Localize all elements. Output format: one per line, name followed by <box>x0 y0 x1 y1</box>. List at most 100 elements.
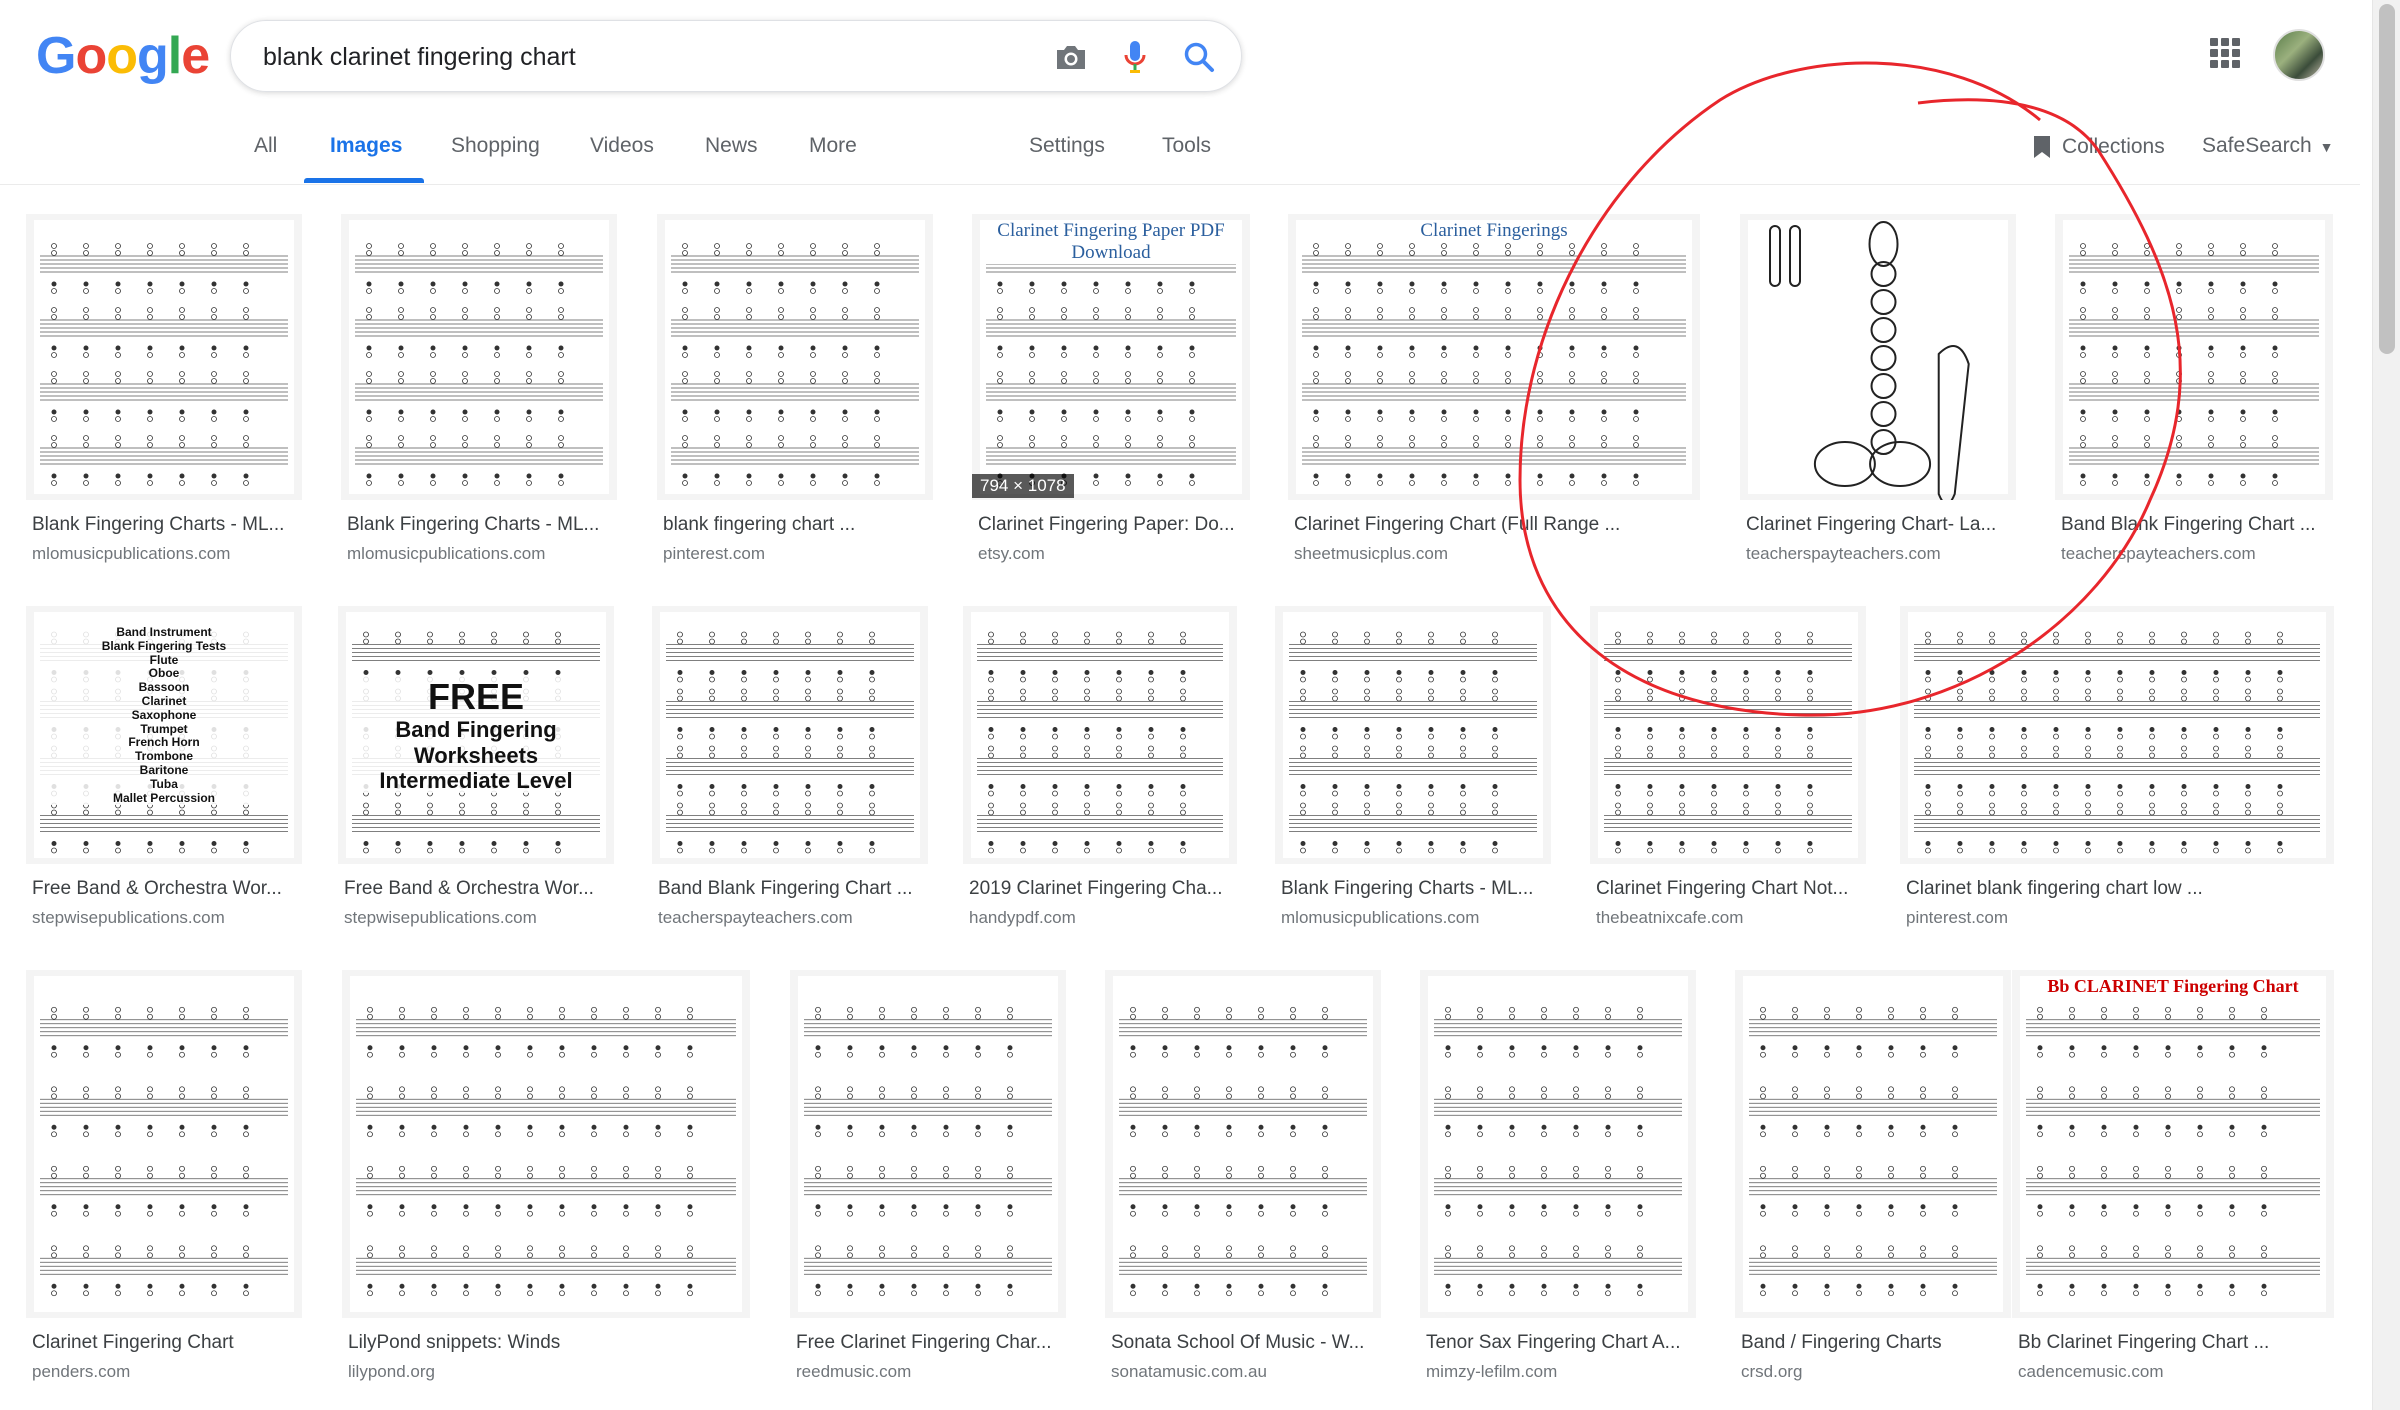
result-domain[interactable]: teacherspayteachers.com <box>2061 544 2256 564</box>
result-domain[interactable]: lilypond.org <box>348 1362 435 1382</box>
result-domain[interactable]: etsy.com <box>978 544 1045 564</box>
tab-images[interactable]: Images <box>330 134 402 158</box>
result-title[interactable]: Band Blank Fingering Chart ... <box>2061 514 2329 536</box>
collections-button[interactable]: Collections <box>2032 134 2165 160</box>
result-title[interactable]: Bb Clarinet Fingering Chart ... <box>2018 1332 2330 1354</box>
image-result-card[interactable]: Clarinet blank fingering chart low ... pi… <box>1900 606 2334 927</box>
result-domain[interactable]: mlomusicpublications.com <box>1281 908 1479 928</box>
image-result-card[interactable]: Clarinet Fingerings Clarinet Fingering Ch… <box>1288 214 1700 563</box>
result-thumbnail[interactable] <box>963 606 1237 864</box>
result-domain[interactable]: reedmusic.com <box>796 1362 911 1382</box>
image-result-card[interactable]: Sonata School Of Music - W... sonatamusic… <box>1105 970 1381 1381</box>
result-domain[interactable]: handypdf.com <box>969 908 1076 928</box>
image-result-card[interactable]: Band Blank Fingering Chart ... teacherspa… <box>2055 214 2333 563</box>
result-domain[interactable]: stepwisepublications.com <box>32 908 225 928</box>
safesearch-button[interactable]: SafeSearch ▼ <box>2202 134 2333 158</box>
google-logo[interactable]: Google <box>36 26 210 86</box>
tab-more[interactable]: More <box>809 134 857 158</box>
result-thumbnail[interactable] <box>790 970 1066 1318</box>
search-box[interactable] <box>230 20 1242 92</box>
result-title[interactable]: Clarinet Fingering Paper: Do... <box>978 514 1246 536</box>
image-result-card[interactable]: Band Instrument Blank Fingering Tests Flut… <box>26 606 302 927</box>
result-domain[interactable]: sonatamusic.com.au <box>1111 1362 1267 1382</box>
result-title[interactable]: Free Clarinet Fingering Char... <box>796 1332 1062 1354</box>
search-input[interactable] <box>261 35 1005 79</box>
tab-tools[interactable]: Tools <box>1162 134 1211 158</box>
result-domain[interactable]: stepwisepublications.com <box>344 908 537 928</box>
result-domain[interactable]: penders.com <box>32 1362 130 1382</box>
result-title[interactable]: Clarinet blank fingering chart low ... <box>1906 878 2330 900</box>
result-thumbnail[interactable] <box>1740 214 2016 500</box>
result-domain[interactable]: mlomusicpublications.com <box>347 544 545 564</box>
image-result-card[interactable]: Blank Fingering Charts - ML... mlomusicpu… <box>341 214 617 563</box>
result-title[interactable]: Blank Fingering Charts - ML... <box>347 514 613 536</box>
result-title[interactable]: Blank Fingering Charts - ML... <box>32 514 298 536</box>
image-result-card[interactable]: Bb CLARINET Fingering Chart Bb Clarinet F… <box>2012 970 2334 1381</box>
scrollbar-thumb[interactable] <box>2379 4 2395 354</box>
result-domain[interactable]: teacherspayteachers.com <box>658 908 853 928</box>
result-thumbnail[interactable] <box>657 214 933 500</box>
result-title[interactable]: Blank Fingering Charts - ML... <box>1281 878 1547 900</box>
result-title[interactable]: Tenor Sax Fingering Chart A... <box>1426 1332 1692 1354</box>
tab-settings[interactable]: Settings <box>1029 134 1105 158</box>
result-domain[interactable]: sheetmusicplus.com <box>1294 544 1448 564</box>
image-result-card[interactable]: Clarinet Fingering Chart Not... thebeatni… <box>1590 606 1866 927</box>
avatar[interactable] <box>2273 29 2325 81</box>
result-title[interactable]: Clarinet Fingering Chart (Full Range ... <box>1294 514 1696 536</box>
result-thumbnail[interactable] <box>1900 606 2334 864</box>
result-domain[interactable]: pinterest.com <box>663 544 765 564</box>
result-title[interactable]: blank fingering chart ... <box>663 514 929 536</box>
image-result-card[interactable]: blank fingering chart ... pinterest.com <box>657 214 933 563</box>
image-result-card[interactable]: Blank Fingering Charts - ML... mlomusicpu… <box>1275 606 1551 927</box>
result-title[interactable]: Free Band & Orchestra Wor... <box>344 878 610 900</box>
result-domain[interactable]: cadencemusic.com <box>2018 1362 2164 1382</box>
result-domain[interactable]: crsd.org <box>1741 1362 1802 1382</box>
image-result-card[interactable]: FREE Band Fingering Worksheets Intermediate… <box>338 606 614 927</box>
tab-videos[interactable]: Videos <box>590 134 654 158</box>
result-title[interactable]: Free Band & Orchestra Wor... <box>32 878 298 900</box>
result-domain[interactable]: thebeatnixcafe.com <box>1596 908 1743 928</box>
image-result-card[interactable]: Free Clarinet Fingering Char... reedmusic… <box>790 970 1066 1381</box>
result-thumbnail[interactable] <box>1288 214 1700 500</box>
result-title[interactable]: Sonata School Of Music - W... <box>1111 1332 1377 1354</box>
tab-all[interactable]: All <box>254 134 277 158</box>
image-result-card[interactable]: 2019 Clarinet Fingering Cha... handypdf.c… <box>963 606 1237 927</box>
result-title[interactable]: Clarinet Fingering Chart <box>32 1332 298 1354</box>
microphone-icon[interactable] <box>1115 37 1155 77</box>
result-thumbnail[interactable] <box>341 214 617 500</box>
result-title[interactable]: LilyPond snippets: Winds <box>348 1332 746 1354</box>
result-thumbnail[interactable] <box>26 970 302 1318</box>
result-domain[interactable]: teacherspayteachers.com <box>1746 544 1941 564</box>
result-thumbnail[interactable] <box>342 970 750 1318</box>
image-result-card[interactable]: Clarinet Fingering Paper PDF Download 794… <box>972 214 1250 563</box>
result-domain[interactable]: pinterest.com <box>1906 908 2008 928</box>
image-result-card[interactable]: Clarinet Fingering Chart- La... teachersp… <box>1740 214 2016 563</box>
result-thumbnail[interactable] <box>2055 214 2333 500</box>
image-result-card[interactable]: LilyPond snippets: Winds lilypond.org <box>342 970 750 1381</box>
image-result-card[interactable]: Band Blank Fingering Chart ... teacherspa… <box>652 606 928 927</box>
camera-icon[interactable] <box>1051 37 1091 77</box>
result-domain[interactable]: mimzy-lefilm.com <box>1426 1362 1557 1382</box>
result-title[interactable]: 2019 Clarinet Fingering Cha... <box>969 878 1233 900</box>
tab-shopping[interactable]: Shopping <box>451 134 540 158</box>
result-thumbnail[interactable] <box>1420 970 1696 1318</box>
result-title[interactable]: Clarinet Fingering Chart Not... <box>1596 878 1862 900</box>
result-title[interactable]: Band / Fingering Charts <box>1741 1332 2007 1354</box>
image-result-card[interactable]: Tenor Sax Fingering Chart A... mimzy-lefi… <box>1420 970 1696 1381</box>
scrollbar[interactable] <box>2372 0 2400 1410</box>
result-title[interactable]: Clarinet Fingering Chart- La... <box>1746 514 2012 536</box>
image-result-card[interactable]: Clarinet Fingering Chart penders.com <box>26 970 302 1381</box>
result-thumbnail[interactable] <box>1735 970 2011 1318</box>
result-thumbnail[interactable] <box>1590 606 1866 864</box>
result-title[interactable]: Band Blank Fingering Chart ... <box>658 878 924 900</box>
result-thumbnail[interactable] <box>1275 606 1551 864</box>
image-result-card[interactable]: Band / Fingering Charts crsd.org <box>1735 970 2011 1381</box>
result-thumbnail[interactable] <box>26 214 302 500</box>
tab-news[interactable]: News <box>705 134 758 158</box>
search-icon[interactable] <box>1179 37 1219 77</box>
result-thumbnail[interactable] <box>652 606 928 864</box>
apps-grid-icon[interactable] <box>2210 38 2240 68</box>
result-thumbnail[interactable] <box>1105 970 1381 1318</box>
result-domain[interactable]: mlomusicpublications.com <box>32 544 230 564</box>
image-result-card[interactable]: Blank Fingering Charts - ML... mlomusicpu… <box>26 214 302 563</box>
